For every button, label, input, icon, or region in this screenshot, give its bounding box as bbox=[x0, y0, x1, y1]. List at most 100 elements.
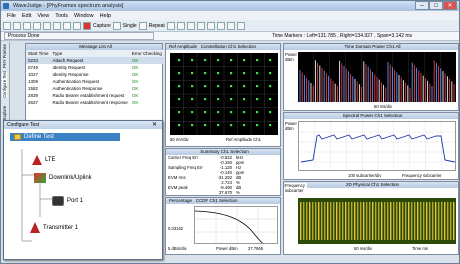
ccdf-xlabel: Power dBm bbox=[216, 246, 238, 251]
spectral-plot[interactable] bbox=[298, 121, 456, 171]
table-row[interactable]: 1309 Authentication Request OK bbox=[26, 78, 164, 85]
constellation-point bbox=[178, 124, 181, 127]
tree-connectors bbox=[21, 149, 54, 242]
menu-file[interactable]: File bbox=[7, 13, 16, 19]
downlink-label: Downlink/Uplink bbox=[49, 175, 92, 181]
constellation-title: Ref Amplitude Constellation Ch1 Selectio… bbox=[166, 44, 280, 50]
col-start-time[interactable]: Start Time bbox=[26, 50, 51, 57]
cut-icon[interactable] bbox=[33, 21, 41, 30]
copy-icon[interactable] bbox=[23, 21, 31, 30]
zoom-in-icon[interactable] bbox=[226, 21, 235, 30]
constellation-point bbox=[230, 124, 233, 127]
close-button[interactable]: ✕ bbox=[443, 1, 457, 10]
tab-phy-frames[interactable]: PHY Frames bbox=[2, 44, 7, 68]
spectrogram-column bbox=[333, 202, 335, 240]
spectrogram-column bbox=[306, 202, 308, 240]
maximize-button[interactable]: □ bbox=[429, 1, 443, 10]
row-type: Authentication Response bbox=[52, 86, 103, 91]
constellation-plot[interactable] bbox=[170, 53, 278, 135]
row-type: Authentication Request bbox=[52, 79, 100, 84]
settings-icon[interactable] bbox=[186, 21, 195, 30]
open-icon[interactable] bbox=[3, 21, 11, 30]
ccdf-header: Percentage CCDF Ch1 Selection bbox=[166, 198, 280, 204]
table-icon[interactable] bbox=[216, 21, 225, 30]
summary-rows: Carrier Freq Err -0.522 kHz -0.150 ppm Sampli… bbox=[166, 155, 280, 195]
single-icon[interactable] bbox=[112, 21, 121, 30]
tree-define-test[interactable]: Define Test bbox=[10, 133, 120, 141]
spectrogram-column bbox=[447, 202, 449, 240]
spectrogram-column bbox=[435, 202, 437, 240]
zoom-out-icon[interactable] bbox=[236, 21, 245, 30]
spectrogram-column bbox=[414, 202, 416, 240]
table-row[interactable]: 0749 Identity Request OK bbox=[26, 64, 164, 71]
col-error-checking[interactable]: Error Checking bbox=[129, 50, 164, 57]
menu-tools[interactable]: Tools bbox=[55, 13, 68, 19]
constellation-point bbox=[217, 98, 220, 101]
repeat-icon[interactable] bbox=[138, 21, 147, 30]
spectrogram-plot[interactable] bbox=[298, 198, 456, 244]
table-row[interactable]: 1027 Identity Response OK bbox=[26, 71, 164, 78]
record-icon[interactable] bbox=[83, 21, 91, 30]
spectrogram-column bbox=[354, 202, 356, 240]
row-time: 0233 bbox=[28, 58, 39, 63]
tab-explore[interactable]: Explore bbox=[2, 102, 7, 120]
minimize-button[interactable]: – bbox=[415, 1, 429, 10]
constellation-point bbox=[243, 124, 246, 127]
title-bar: WaveJudge - [PhyFrames spectrum analysis… bbox=[1, 1, 459, 11]
tree-lte[interactable]: LTE bbox=[32, 155, 56, 165]
constellation-point bbox=[217, 72, 220, 75]
ccdf-plot[interactable] bbox=[194, 206, 278, 244]
transmitter-icon bbox=[30, 222, 40, 233]
application-window: WaveJudge - [PhyFrames spectrum analysis… bbox=[0, 0, 460, 264]
save-icon[interactable] bbox=[13, 21, 21, 30]
spectrogram-column bbox=[351, 202, 353, 240]
single-label[interactable]: Single bbox=[123, 23, 137, 29]
constellation-point bbox=[204, 124, 207, 127]
tree-downlink-uplink[interactable]: Downlink/Uplink bbox=[34, 173, 92, 183]
constellation-point bbox=[243, 59, 246, 62]
menu-view[interactable]: View bbox=[37, 13, 49, 19]
spectrogram-column bbox=[372, 202, 374, 240]
constellation-point bbox=[217, 124, 220, 127]
spectrogram-column bbox=[420, 202, 422, 240]
table-row[interactable]: 2637 Radio Bearer establishment response O… bbox=[26, 99, 164, 106]
time-domain-plot[interactable] bbox=[298, 52, 456, 102]
col-type[interactable]: Type bbox=[50, 50, 130, 57]
constellation-ylabel: Ref Amplitude bbox=[169, 44, 198, 49]
constellation-point bbox=[269, 124, 272, 127]
tree-port-1[interactable]: Port 1 bbox=[52, 196, 83, 206]
row-type: Identity Response bbox=[52, 72, 89, 77]
refresh-icon[interactable] bbox=[63, 21, 71, 30]
grid-icon[interactable] bbox=[206, 21, 215, 30]
repeat-label[interactable]: Repeat bbox=[149, 23, 165, 29]
tab-configure-test[interactable]: Configure Test bbox=[2, 71, 7, 98]
info-icon[interactable] bbox=[196, 21, 205, 30]
zoom-icon[interactable] bbox=[73, 21, 81, 30]
row-time: 2637 bbox=[28, 100, 39, 105]
row-time: 1027 bbox=[28, 72, 39, 77]
menu-window[interactable]: Window bbox=[74, 13, 94, 19]
paste-icon[interactable] bbox=[43, 21, 51, 30]
table-row[interactable]: 1582 Authentication Response OK bbox=[26, 85, 164, 92]
spectrogram-xlabel: Time ms bbox=[412, 246, 428, 251]
table-row[interactable]: 0233 Attach Request OK bbox=[26, 57, 164, 64]
close-icon[interactable]: ✕ bbox=[152, 122, 157, 128]
play-icon[interactable] bbox=[176, 21, 185, 30]
row-type: Radio Bearer establishment request bbox=[52, 93, 125, 98]
find-icon[interactable] bbox=[53, 21, 61, 30]
capture-label[interactable]: Capture bbox=[93, 23, 111, 29]
table-row[interactable]: 2839 Radio Bearer establishment request OK bbox=[26, 92, 164, 99]
constellation-point bbox=[256, 59, 259, 62]
spectral-xlabel: Frequency subcarrier bbox=[402, 173, 442, 178]
constellation-point bbox=[243, 111, 246, 114]
spectrogram-column bbox=[363, 202, 365, 240]
menu-help[interactable]: Help bbox=[100, 13, 111, 19]
spectrogram-column bbox=[429, 202, 431, 240]
row-time: 2839 bbox=[28, 93, 39, 98]
spectrogram-column bbox=[348, 202, 350, 240]
stop-icon[interactable] bbox=[166, 21, 175, 30]
menu-edit[interactable]: Edit bbox=[22, 13, 31, 19]
tree-transmitter-1[interactable]: Transmitter 1 bbox=[30, 222, 78, 233]
constellation-point bbox=[178, 111, 181, 114]
spectral-panel: Spectral Power Ch1 Selection Power dBm 1… bbox=[283, 112, 459, 180]
